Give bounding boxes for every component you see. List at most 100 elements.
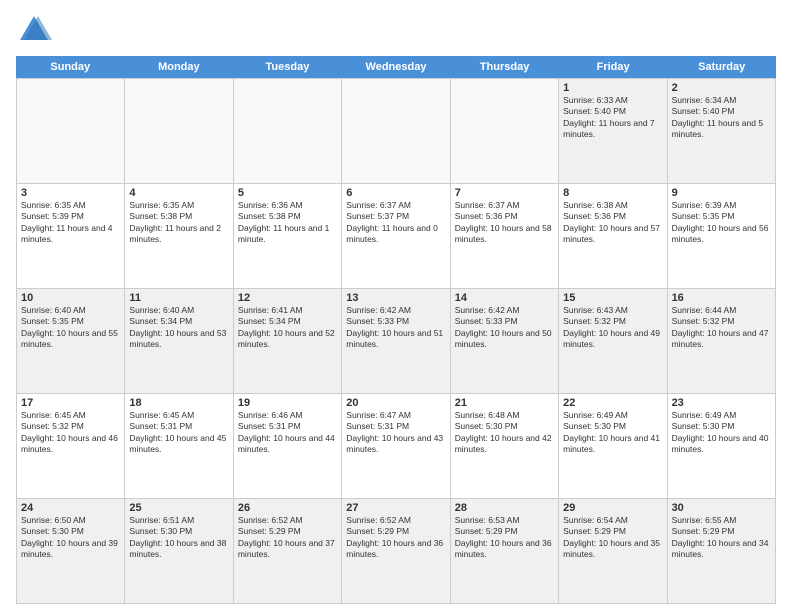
calendar-cell bbox=[342, 79, 450, 183]
day-number: 20 bbox=[346, 397, 445, 409]
day-number: 28 bbox=[455, 502, 554, 514]
logo-icon bbox=[16, 12, 52, 48]
weekday-header: Friday bbox=[559, 56, 668, 78]
day-info: Sunrise: 6:49 AM Sunset: 5:30 PM Dayligh… bbox=[563, 410, 662, 456]
calendar-cell: 9Sunrise: 6:39 AM Sunset: 5:35 PM Daylig… bbox=[668, 184, 776, 288]
calendar-cell bbox=[17, 79, 125, 183]
day-number: 25 bbox=[129, 502, 228, 514]
day-info: Sunrise: 6:46 AM Sunset: 5:31 PM Dayligh… bbox=[238, 410, 337, 456]
day-number: 7 bbox=[455, 187, 554, 199]
calendar-cell: 26Sunrise: 6:52 AM Sunset: 5:29 PM Dayli… bbox=[234, 499, 342, 603]
day-info: Sunrise: 6:39 AM Sunset: 5:35 PM Dayligh… bbox=[672, 200, 771, 246]
calendar-cell: 28Sunrise: 6:53 AM Sunset: 5:29 PM Dayli… bbox=[451, 499, 559, 603]
day-info: Sunrise: 6:55 AM Sunset: 5:29 PM Dayligh… bbox=[672, 515, 771, 561]
day-info: Sunrise: 6:37 AM Sunset: 5:37 PM Dayligh… bbox=[346, 200, 445, 246]
day-number: 3 bbox=[21, 187, 120, 199]
calendar-cell: 20Sunrise: 6:47 AM Sunset: 5:31 PM Dayli… bbox=[342, 394, 450, 498]
day-number: 12 bbox=[238, 292, 337, 304]
calendar-cell: 29Sunrise: 6:54 AM Sunset: 5:29 PM Dayli… bbox=[559, 499, 667, 603]
calendar-cell: 19Sunrise: 6:46 AM Sunset: 5:31 PM Dayli… bbox=[234, 394, 342, 498]
weekday-header: Saturday bbox=[667, 56, 776, 78]
calendar-cell: 24Sunrise: 6:50 AM Sunset: 5:30 PM Dayli… bbox=[17, 499, 125, 603]
day-info: Sunrise: 6:40 AM Sunset: 5:34 PM Dayligh… bbox=[129, 305, 228, 351]
day-info: Sunrise: 6:43 AM Sunset: 5:32 PM Dayligh… bbox=[563, 305, 662, 351]
calendar-cell: 2Sunrise: 6:34 AM Sunset: 5:40 PM Daylig… bbox=[668, 79, 776, 183]
day-number: 22 bbox=[563, 397, 662, 409]
calendar-cell bbox=[234, 79, 342, 183]
calendar-cell: 22Sunrise: 6:49 AM Sunset: 5:30 PM Dayli… bbox=[559, 394, 667, 498]
calendar-row: 10Sunrise: 6:40 AM Sunset: 5:35 PM Dayli… bbox=[17, 289, 776, 394]
day-info: Sunrise: 6:42 AM Sunset: 5:33 PM Dayligh… bbox=[455, 305, 554, 351]
day-number: 23 bbox=[672, 397, 771, 409]
calendar-cell: 17Sunrise: 6:45 AM Sunset: 5:32 PM Dayli… bbox=[17, 394, 125, 498]
calendar-cell: 1Sunrise: 6:33 AM Sunset: 5:40 PM Daylig… bbox=[559, 79, 667, 183]
day-number: 27 bbox=[346, 502, 445, 514]
day-info: Sunrise: 6:45 AM Sunset: 5:31 PM Dayligh… bbox=[129, 410, 228, 456]
logo bbox=[16, 12, 56, 48]
weekday-header: Wednesday bbox=[342, 56, 451, 78]
day-number: 24 bbox=[21, 502, 120, 514]
calendar-cell: 14Sunrise: 6:42 AM Sunset: 5:33 PM Dayli… bbox=[451, 289, 559, 393]
calendar-row: 3Sunrise: 6:35 AM Sunset: 5:39 PM Daylig… bbox=[17, 184, 776, 289]
calendar-cell: 27Sunrise: 6:52 AM Sunset: 5:29 PM Dayli… bbox=[342, 499, 450, 603]
weekday-header: Monday bbox=[125, 56, 234, 78]
calendar-cell: 10Sunrise: 6:40 AM Sunset: 5:35 PM Dayli… bbox=[17, 289, 125, 393]
day-number: 14 bbox=[455, 292, 554, 304]
day-info: Sunrise: 6:37 AM Sunset: 5:36 PM Dayligh… bbox=[455, 200, 554, 246]
header bbox=[16, 12, 776, 48]
calendar-header: SundayMondayTuesdayWednesdayThursdayFrid… bbox=[16, 56, 776, 78]
day-info: Sunrise: 6:35 AM Sunset: 5:38 PM Dayligh… bbox=[129, 200, 228, 246]
day-info: Sunrise: 6:53 AM Sunset: 5:29 PM Dayligh… bbox=[455, 515, 554, 561]
day-info: Sunrise: 6:51 AM Sunset: 5:30 PM Dayligh… bbox=[129, 515, 228, 561]
day-number: 6 bbox=[346, 187, 445, 199]
day-info: Sunrise: 6:52 AM Sunset: 5:29 PM Dayligh… bbox=[238, 515, 337, 561]
day-number: 16 bbox=[672, 292, 771, 304]
calendar-cell: 30Sunrise: 6:55 AM Sunset: 5:29 PM Dayli… bbox=[668, 499, 776, 603]
calendar-cell: 12Sunrise: 6:41 AM Sunset: 5:34 PM Dayli… bbox=[234, 289, 342, 393]
calendar-cell: 7Sunrise: 6:37 AM Sunset: 5:36 PM Daylig… bbox=[451, 184, 559, 288]
page: SundayMondayTuesdayWednesdayThursdayFrid… bbox=[0, 0, 792, 612]
day-number: 21 bbox=[455, 397, 554, 409]
day-info: Sunrise: 6:49 AM Sunset: 5:30 PM Dayligh… bbox=[672, 410, 771, 456]
day-number: 2 bbox=[672, 82, 771, 94]
day-number: 17 bbox=[21, 397, 120, 409]
day-info: Sunrise: 6:35 AM Sunset: 5:39 PM Dayligh… bbox=[21, 200, 120, 246]
day-info: Sunrise: 6:42 AM Sunset: 5:33 PM Dayligh… bbox=[346, 305, 445, 351]
calendar: SundayMondayTuesdayWednesdayThursdayFrid… bbox=[16, 56, 776, 604]
calendar-cell: 13Sunrise: 6:42 AM Sunset: 5:33 PM Dayli… bbox=[342, 289, 450, 393]
day-number: 11 bbox=[129, 292, 228, 304]
day-info: Sunrise: 6:54 AM Sunset: 5:29 PM Dayligh… bbox=[563, 515, 662, 561]
day-info: Sunrise: 6:50 AM Sunset: 5:30 PM Dayligh… bbox=[21, 515, 120, 561]
calendar-cell: 21Sunrise: 6:48 AM Sunset: 5:30 PM Dayli… bbox=[451, 394, 559, 498]
calendar-cell: 6Sunrise: 6:37 AM Sunset: 5:37 PM Daylig… bbox=[342, 184, 450, 288]
day-number: 5 bbox=[238, 187, 337, 199]
day-info: Sunrise: 6:44 AM Sunset: 5:32 PM Dayligh… bbox=[672, 305, 771, 351]
day-number: 1 bbox=[563, 82, 662, 94]
day-number: 29 bbox=[563, 502, 662, 514]
calendar-cell bbox=[125, 79, 233, 183]
day-info: Sunrise: 6:52 AM Sunset: 5:29 PM Dayligh… bbox=[346, 515, 445, 561]
day-info: Sunrise: 6:48 AM Sunset: 5:30 PM Dayligh… bbox=[455, 410, 554, 456]
calendar-cell: 4Sunrise: 6:35 AM Sunset: 5:38 PM Daylig… bbox=[125, 184, 233, 288]
day-number: 15 bbox=[563, 292, 662, 304]
calendar-cell: 16Sunrise: 6:44 AM Sunset: 5:32 PM Dayli… bbox=[668, 289, 776, 393]
calendar-cell: 5Sunrise: 6:36 AM Sunset: 5:38 PM Daylig… bbox=[234, 184, 342, 288]
day-info: Sunrise: 6:40 AM Sunset: 5:35 PM Dayligh… bbox=[21, 305, 120, 351]
day-info: Sunrise: 6:45 AM Sunset: 5:32 PM Dayligh… bbox=[21, 410, 120, 456]
calendar-cell: 18Sunrise: 6:45 AM Sunset: 5:31 PM Dayli… bbox=[125, 394, 233, 498]
day-number: 19 bbox=[238, 397, 337, 409]
calendar-cell: 3Sunrise: 6:35 AM Sunset: 5:39 PM Daylig… bbox=[17, 184, 125, 288]
day-number: 9 bbox=[672, 187, 771, 199]
calendar-body: 1Sunrise: 6:33 AM Sunset: 5:40 PM Daylig… bbox=[16, 78, 776, 604]
day-number: 26 bbox=[238, 502, 337, 514]
calendar-row: 24Sunrise: 6:50 AM Sunset: 5:30 PM Dayli… bbox=[17, 499, 776, 604]
calendar-cell: 8Sunrise: 6:38 AM Sunset: 5:36 PM Daylig… bbox=[559, 184, 667, 288]
day-number: 8 bbox=[563, 187, 662, 199]
calendar-cell: 25Sunrise: 6:51 AM Sunset: 5:30 PM Dayli… bbox=[125, 499, 233, 603]
weekday-header: Sunday bbox=[16, 56, 125, 78]
day-info: Sunrise: 6:47 AM Sunset: 5:31 PM Dayligh… bbox=[346, 410, 445, 456]
day-number: 30 bbox=[672, 502, 771, 514]
weekday-header: Thursday bbox=[450, 56, 559, 78]
day-info: Sunrise: 6:36 AM Sunset: 5:38 PM Dayligh… bbox=[238, 200, 337, 246]
calendar-row: 1Sunrise: 6:33 AM Sunset: 5:40 PM Daylig… bbox=[17, 79, 776, 184]
